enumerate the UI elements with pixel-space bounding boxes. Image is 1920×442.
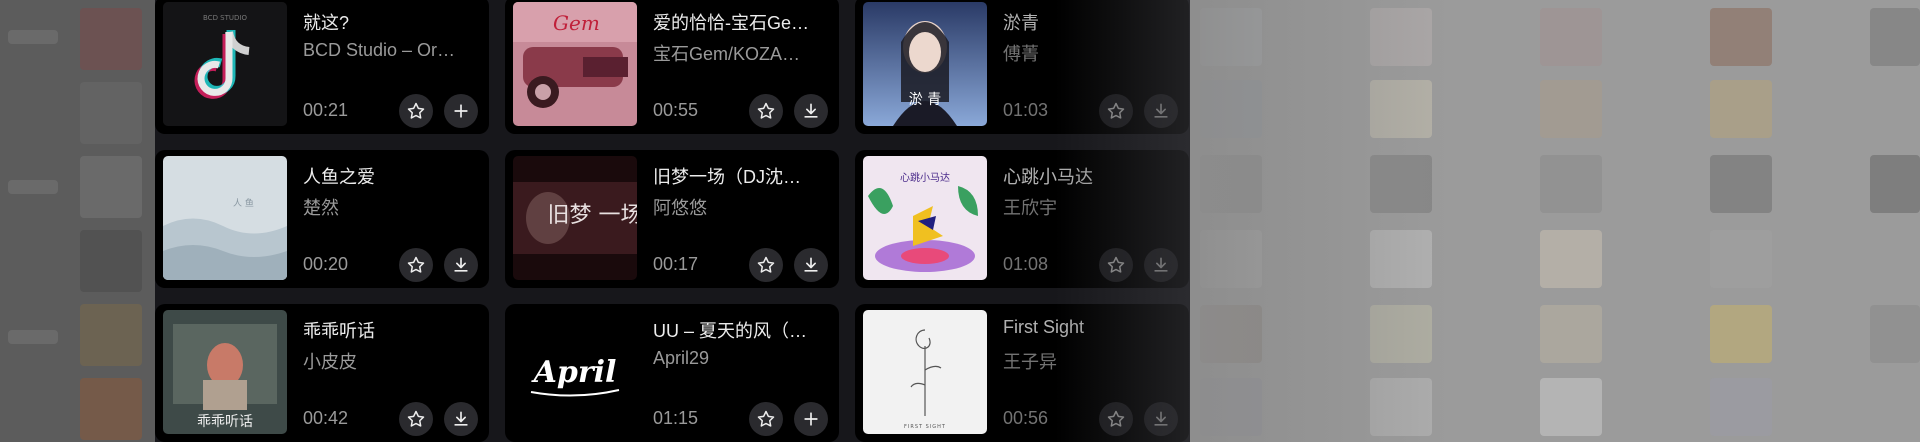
song-title[interactable]: 旧梦一场（DJ沈… bbox=[653, 163, 829, 189]
song-card[interactable]: 人 鱼 人鱼之爱 楚然 00:20 bbox=[155, 150, 489, 288]
album-cover: Gem bbox=[513, 2, 637, 126]
song-duration: 00:42 bbox=[303, 408, 349, 428]
song-title[interactable]: 人鱼之爱 bbox=[303, 163, 479, 189]
svg-text:人 鱼: 人 鱼 bbox=[233, 197, 254, 209]
svg-text:April: April bbox=[531, 355, 617, 390]
song-title[interactable]: UU – 夏天的风（… bbox=[653, 317, 829, 343]
favorite-button[interactable] bbox=[399, 402, 433, 436]
favorite-button[interactable] bbox=[1099, 248, 1133, 282]
album-cover: 乖乖听话 bbox=[163, 310, 287, 434]
svg-text:淤 青: 淤 青 bbox=[909, 92, 941, 108]
download-button[interactable] bbox=[1144, 248, 1178, 282]
tiktok-logo-icon: BCD STUDIO bbox=[163, 2, 287, 126]
song-artist[interactable]: 阿悠悠 bbox=[653, 194, 829, 220]
svg-text:Gem: Gem bbox=[553, 11, 600, 35]
song-duration: 00:17 bbox=[653, 254, 699, 274]
album-cover: BCD STUDIO bbox=[163, 2, 287, 126]
song-artist[interactable]: 楚然 bbox=[303, 194, 479, 220]
svg-text:FIRST SIGHT: FIRST SIGHT bbox=[904, 424, 946, 430]
favorite-button[interactable] bbox=[1099, 94, 1133, 128]
star-icon bbox=[407, 410, 425, 427]
song-artist[interactable]: 宝石Gem/KOZA… bbox=[653, 40, 829, 66]
song-card[interactable]: Gem 爱的恰恰-宝石Ge… 宝石Gem/KOZA… 00:55 bbox=[505, 0, 839, 134]
download-icon bbox=[454, 257, 468, 272]
star-icon bbox=[1107, 410, 1125, 427]
song-grid-panel: BCD STUDIO 就这? BCD Studio – Or… 00:21 Ge… bbox=[155, 0, 1190, 442]
download-button[interactable] bbox=[1144, 94, 1178, 128]
download-button[interactable] bbox=[1144, 402, 1178, 436]
song-title[interactable]: 心跳小马达 bbox=[1003, 163, 1179, 189]
album-cover: 淤 青 bbox=[863, 2, 987, 126]
song-artist[interactable]: BCD Studio – Or… bbox=[303, 40, 479, 61]
add-icon bbox=[454, 104, 468, 118]
song-title[interactable]: 乖乖听话 bbox=[303, 317, 479, 343]
star-icon bbox=[407, 256, 425, 273]
background-left-mosaic bbox=[0, 0, 155, 442]
song-title[interactable]: 就这? bbox=[303, 9, 479, 35]
add-button[interactable] bbox=[794, 402, 828, 436]
download-icon bbox=[1154, 103, 1168, 118]
song-duration: 00:56 bbox=[1003, 408, 1049, 428]
album-cover: 心跳小马达 bbox=[863, 156, 987, 280]
song-duration: 01:08 bbox=[1003, 254, 1049, 274]
download-icon bbox=[804, 103, 818, 118]
song-duration: 00:21 bbox=[303, 100, 349, 120]
favorite-button[interactable] bbox=[749, 402, 783, 436]
song-card[interactable]: 心跳小马达 心跳小马达 王欣宇 01:08 bbox=[855, 150, 1189, 288]
download-button[interactable] bbox=[794, 248, 828, 282]
album-cover: April bbox=[513, 310, 637, 434]
download-button[interactable] bbox=[444, 248, 478, 282]
add-button[interactable] bbox=[444, 94, 478, 128]
star-icon bbox=[1107, 256, 1125, 273]
download-icon bbox=[454, 411, 468, 426]
favorite-button[interactable] bbox=[749, 94, 783, 128]
song-card[interactable]: April UU – 夏天的风（… April29 01:15 bbox=[505, 304, 839, 442]
album-cover: 旧梦 一场 bbox=[513, 156, 637, 280]
song-duration: 01:15 bbox=[653, 408, 699, 428]
download-icon bbox=[1154, 257, 1168, 272]
song-card[interactable]: BCD STUDIO 就这? BCD Studio – Or… 00:21 bbox=[155, 0, 489, 134]
star-icon bbox=[757, 410, 775, 427]
favorite-button[interactable] bbox=[399, 94, 433, 128]
song-artist[interactable]: 傅菁 bbox=[1003, 40, 1179, 66]
song-artist[interactable]: 王欣宇 bbox=[1003, 194, 1179, 220]
star-icon bbox=[757, 256, 775, 273]
song-title[interactable]: 爱的恰恰-宝石Ge… bbox=[653, 9, 829, 35]
svg-text:心跳小马达: 心跳小马达 bbox=[900, 171, 950, 184]
favorite-button[interactable] bbox=[1099, 402, 1133, 436]
add-icon bbox=[804, 412, 818, 426]
song-title[interactable]: First Sight bbox=[1003, 317, 1179, 338]
download-icon bbox=[1154, 411, 1168, 426]
song-title[interactable]: 淤青 bbox=[1003, 9, 1179, 35]
song-duration: 00:55 bbox=[653, 100, 699, 120]
song-artist[interactable]: 小皮皮 bbox=[303, 348, 479, 374]
song-card[interactable]: 旧梦 一场 旧梦一场（DJ沈… 阿悠悠 00:17 bbox=[505, 150, 839, 288]
song-card[interactable]: FIRST SIGHT First Sight 王子异 00:56 bbox=[855, 304, 1189, 442]
favorite-button[interactable] bbox=[399, 248, 433, 282]
svg-text:旧梦 一场: 旧梦 一场 bbox=[548, 203, 638, 228]
album-cover: FIRST SIGHT bbox=[863, 310, 987, 434]
star-icon bbox=[757, 102, 775, 119]
background-fade bbox=[1190, 0, 1450, 442]
song-artist[interactable]: 王子异 bbox=[1003, 348, 1179, 374]
star-icon bbox=[1107, 102, 1125, 119]
favorite-button[interactable] bbox=[749, 248, 783, 282]
download-icon bbox=[804, 257, 818, 272]
star-icon bbox=[407, 102, 425, 119]
song-artist[interactable]: April29 bbox=[653, 348, 829, 369]
song-card[interactable]: 乖乖听话 乖乖听话 小皮皮 00:42 bbox=[155, 304, 489, 442]
song-card[interactable]: 淤 青 淤青 傅菁 01:03 bbox=[855, 0, 1189, 134]
song-duration: 01:03 bbox=[1003, 100, 1049, 120]
svg-text:BCD STUDIO: BCD STUDIO bbox=[203, 14, 247, 22]
download-button[interactable] bbox=[794, 94, 828, 128]
album-cover: 人 鱼 bbox=[163, 156, 287, 280]
song-duration: 00:20 bbox=[303, 254, 349, 274]
svg-text:乖乖听话: 乖乖听话 bbox=[197, 414, 253, 430]
download-button[interactable] bbox=[444, 402, 478, 436]
